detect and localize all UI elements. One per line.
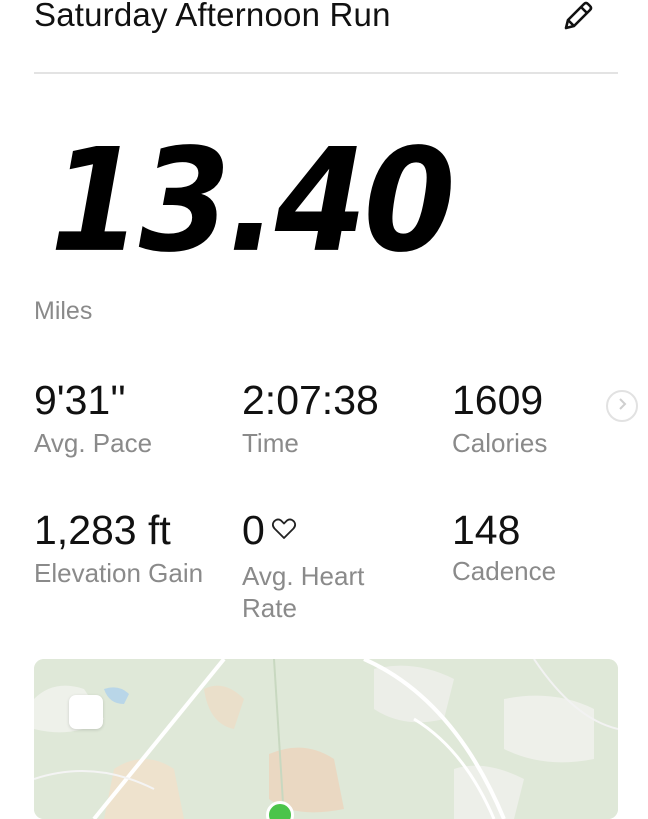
stat-elevation-gain: 1,283 ft Elevation Gain	[34, 510, 234, 589]
pencil-icon	[559, 0, 597, 40]
stat-value: 148	[452, 507, 521, 553]
stat-cadence: 148 Cadence	[452, 510, 648, 587]
route-map[interactable]	[34, 659, 618, 819]
stat-label: Calories	[452, 428, 548, 458]
map-tiles	[34, 659, 618, 819]
map-layers-button[interactable]	[69, 695, 103, 729]
distance-value: 13.40	[50, 118, 456, 285]
edit-button[interactable]	[556, 0, 600, 40]
stat-label: Avg. Heart Rate	[242, 560, 365, 623]
stat-value: 1,283 ft	[34, 507, 171, 553]
next-stats-button[interactable]	[606, 390, 638, 422]
activity-title: Saturday Afternoon Run	[34, 0, 391, 33]
stat-time: 2:07:38 Time	[242, 380, 442, 459]
stat-value: 9'31''	[34, 377, 126, 423]
chevron-right-icon	[616, 397, 628, 416]
stat-value: 2:07:38	[242, 377, 379, 423]
stat-label: Cadence	[452, 556, 557, 586]
stat-avg-heart-rate: 0 Avg. Heart Rate	[242, 510, 442, 624]
stat-avg-pace: 9'31'' Avg. Pace	[34, 380, 234, 459]
heart-outline-icon	[271, 507, 297, 548]
stat-value: 0	[242, 507, 265, 553]
stat-label: Time	[242, 428, 299, 458]
distance-unit: Miles	[34, 297, 93, 325]
header-divider	[34, 72, 618, 74]
stat-label: Elevation Gain	[34, 558, 204, 588]
stat-label: Avg. Pace	[34, 428, 153, 458]
